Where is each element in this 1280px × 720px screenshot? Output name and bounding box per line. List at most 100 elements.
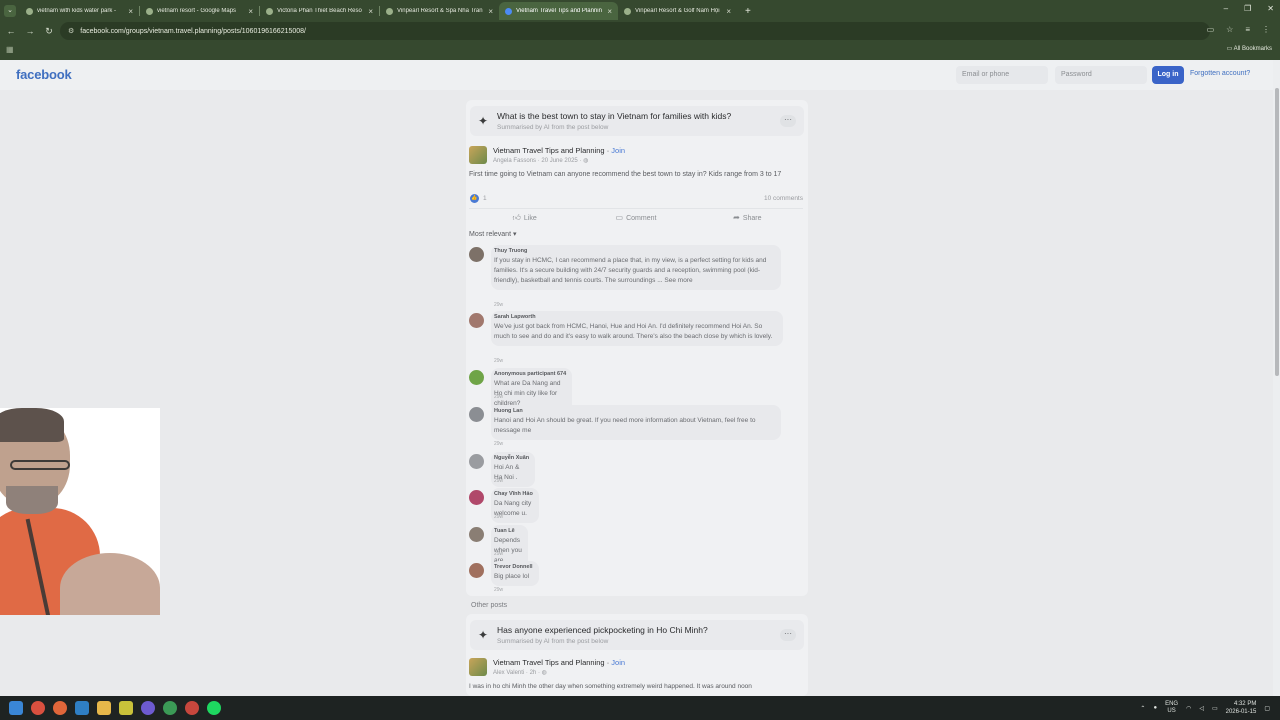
- close-tab-icon[interactable]: ×: [368, 7, 373, 16]
- share-button[interactable]: ➦ Share: [692, 209, 803, 226]
- group-avatar[interactable]: [469, 146, 487, 164]
- email-field[interactable]: Email or phone: [956, 66, 1048, 84]
- commenter-name[interactable]: Anonymous participant 674: [494, 371, 566, 377]
- group-name[interactable]: Vietnam Travel Tips and Planning · Join: [493, 658, 625, 667]
- like-count[interactable]: 1: [483, 195, 487, 202]
- group-avatar[interactable]: [469, 658, 487, 676]
- close-tab-icon[interactable]: ×: [726, 7, 731, 16]
- start-icon[interactable]: [9, 701, 23, 715]
- close-tab-icon[interactable]: ×: [607, 7, 612, 16]
- commenter-avatar[interactable]: [469, 247, 484, 262]
- app-icon[interactable]: [141, 701, 155, 715]
- close-tab-icon[interactable]: ×: [248, 7, 253, 16]
- commenter-avatar[interactable]: [469, 370, 484, 385]
- like-button[interactable]: 👍︎ Like: [469, 209, 580, 226]
- commenter-avatar[interactable]: [469, 563, 484, 578]
- notes-icon[interactable]: [119, 701, 133, 715]
- spotify-icon[interactable]: [207, 701, 221, 715]
- comment-time[interactable]: 29w: [494, 514, 503, 520]
- comment-count[interactable]: 10 comments: [764, 195, 803, 202]
- close-tab-icon[interactable]: ×: [128, 7, 133, 16]
- like-reaction-icon[interactable]: 👍: [470, 194, 479, 203]
- commenter-name[interactable]: Sarah Lapworth: [494, 314, 777, 320]
- forward-icon[interactable]: →: [22, 26, 38, 36]
- back-icon[interactable]: ←: [3, 26, 19, 36]
- commenter-name[interactable]: Huong Lan: [494, 408, 775, 414]
- app-icon[interactable]: [75, 701, 89, 715]
- notifications-icon[interactable]: ▢: [1264, 705, 1270, 712]
- comment-time[interactable]: 29w: [494, 587, 503, 593]
- commenter-name[interactable]: Thuy Truong: [494, 248, 775, 254]
- sort-comments-dropdown[interactable]: Most relevant ▾: [469, 230, 517, 238]
- mic-icon[interactable]: ●: [1153, 705, 1157, 711]
- join-link[interactable]: Join: [611, 658, 625, 667]
- maps-favicon-icon: [146, 7, 153, 15]
- tab-4-active[interactable]: Vietnam Travel Tips and Plannin ×: [499, 2, 618, 20]
- tab-2[interactable]: Victoria Phan Thiet Beach Reso ×: [260, 2, 379, 20]
- language-indicator[interactable]: ENG US: [1165, 701, 1178, 715]
- post-date[interactable]: 2h: [530, 670, 537, 676]
- author-name[interactable]: Alex Valenti: [493, 670, 524, 676]
- profile-icon[interactable]: ≡: [1245, 25, 1250, 34]
- tab-5[interactable]: Vinpearl Resort & Golf Nam Hội ×: [618, 2, 737, 20]
- commenter-avatar[interactable]: [469, 454, 484, 469]
- ai-summary-header[interactable]: ✦ What is the best town to stay in Vietn…: [470, 106, 804, 136]
- post-date[interactable]: 20 June 2025: [541, 158, 577, 164]
- reload-icon[interactable]: ↻: [41, 26, 57, 37]
- more-options-icon[interactable]: ···: [780, 115, 796, 127]
- join-link[interactable]: Join: [611, 146, 625, 155]
- password-field[interactable]: Password: [1055, 66, 1147, 84]
- group-name[interactable]: Vietnam Travel Tips and Planning · Join: [493, 146, 625, 155]
- chrome-icon[interactable]: [31, 701, 45, 715]
- forgot-account-link[interactable]: Forgotten account?: [1190, 70, 1250, 77]
- minimize-icon[interactable]: –: [1224, 4, 1228, 13]
- apps-grid-icon[interactable]: ▦: [6, 45, 14, 54]
- comment-time[interactable]: 29w: [494, 358, 503, 364]
- close-window-icon[interactable]: ✕: [1267, 4, 1274, 13]
- firefox-icon[interactable]: [53, 701, 67, 715]
- post-body: I was in ho chi Minh the other day when …: [469, 683, 752, 690]
- author-name[interactable]: Angela Fassons: [493, 158, 536, 164]
- site-info-icon[interactable]: ⚙: [68, 27, 74, 35]
- commenter-avatar[interactable]: [469, 527, 484, 542]
- volume-icon[interactable]: ◁: [1199, 705, 1204, 712]
- comment-button[interactable]: ▭ Comment: [580, 209, 691, 226]
- tab-0[interactable]: vietnam with kids water park - ×: [20, 2, 139, 20]
- wifi-icon[interactable]: ◠: [1186, 705, 1191, 712]
- clock[interactable]: 4:32 PM 2026-01-15: [1226, 700, 1257, 716]
- commenter-avatar[interactable]: [469, 407, 484, 422]
- comment-time[interactable]: 29w: [494, 551, 503, 557]
- comment-time[interactable]: 29w: [494, 478, 503, 484]
- bookmark-star-icon[interactable]: ☆: [1226, 25, 1233, 34]
- tab-1[interactable]: vietnam resort - Google Maps ×: [140, 2, 259, 20]
- scrollbar-thumb[interactable]: [1275, 88, 1279, 376]
- all-bookmarks-button[interactable]: ▭ All Bookmarks: [1227, 45, 1272, 52]
- chevron-up-icon[interactable]: ⌃: [1140, 705, 1145, 712]
- comment-time[interactable]: 29w: [494, 394, 503, 400]
- more-options-icon[interactable]: ···: [780, 629, 796, 641]
- group-name-text[interactable]: Vietnam Travel Tips and Planning: [493, 658, 605, 667]
- ai-summary-header[interactable]: ✦ Has anyone experienced pickpocketing i…: [470, 620, 804, 650]
- commenter-name[interactable]: Chay Vĩnh Hảo: [494, 491, 533, 497]
- login-button[interactable]: Log in: [1152, 66, 1184, 84]
- battery-icon[interactable]: ▭: [1212, 705, 1218, 712]
- new-tab-button[interactable]: +: [737, 6, 759, 20]
- commenter-name[interactable]: Nguyễn Xuân: [494, 455, 529, 461]
- commenter-name[interactable]: Trevor Donnell: [494, 564, 533, 570]
- install-app-icon[interactable]: ▭: [1207, 25, 1215, 34]
- commenter-avatar[interactable]: [469, 490, 484, 505]
- address-bar[interactable]: ⚙ facebook.com/groups/vietnam.travel.pla…: [60, 22, 1210, 40]
- file-explorer-icon[interactable]: [97, 701, 111, 715]
- close-tab-icon[interactable]: ×: [488, 7, 493, 16]
- comment-time[interactable]: 29w: [494, 441, 503, 447]
- facebook-logo[interactable]: facebook: [16, 67, 72, 82]
- group-name-text[interactable]: Vietnam Travel Tips and Planning: [493, 146, 605, 155]
- app-icon[interactable]: [185, 701, 199, 715]
- comment-time[interactable]: 29w: [494, 302, 503, 308]
- menu-kebab-icon[interactable]: ⋮: [1262, 25, 1270, 34]
- tab-3[interactable]: Vinpearl Resort & Spa Nha Tran ×: [380, 2, 499, 20]
- restore-icon[interactable]: ❐: [1244, 4, 1251, 13]
- commenter-avatar[interactable]: [469, 313, 484, 328]
- commenter-name[interactable]: Tuan Lê: [494, 528, 522, 534]
- chrome-active-icon[interactable]: [163, 701, 177, 715]
